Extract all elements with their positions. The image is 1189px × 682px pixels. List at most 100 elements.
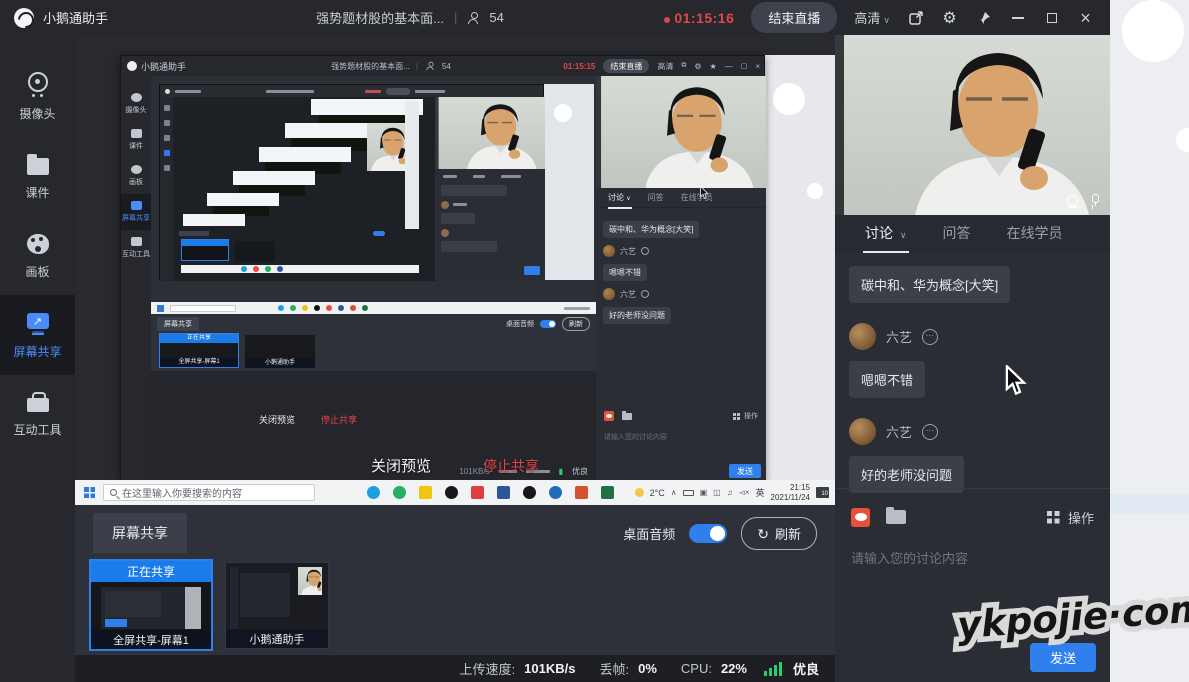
red-packet-icon[interactable] [851, 507, 870, 527]
nested-thumb-assistant: 小鹅通助手 [245, 335, 315, 368]
avatar [603, 288, 615, 300]
thumbnail-assistant[interactable]: 小鹅通助手 [225, 562, 329, 649]
discussion-input[interactable] [849, 550, 1089, 567]
taskbar-icon-black [523, 486, 536, 499]
taskbar-icon-edge [367, 486, 380, 499]
chat-toolbar: 操作 [835, 497, 1110, 537]
screen-share-icon: ↗ [26, 313, 49, 335]
desktop: 小鹅通助手 强势题材股的基本面... | 54 01:15:16 结束直播 高清… [0, 0, 1189, 682]
titlebar-separator: | [453, 10, 458, 25]
chat-bubble: 嗯嗯不错 [849, 361, 926, 398]
panel-tabs: 讨论 ∨ 问答 在线学员 [835, 215, 1110, 253]
nested-app-logo-icon [127, 61, 137, 71]
sidebar-item-courseware[interactable]: 课件 [0, 137, 75, 216]
maximize-button[interactable] [1043, 9, 1060, 26]
nested-thumb-screen1: 正在共享 全屏共享-屏幕1 [159, 333, 239, 368]
chevron-down-icon: ∨ [899, 230, 907, 240]
nested-live-timer: 01:15:15 [563, 61, 596, 71]
app-logo-icon [14, 7, 34, 28]
preview-overlay: 关闭预览 停止共享 [75, 455, 835, 476]
battery-icon [682, 489, 694, 496]
avatar [603, 245, 615, 257]
taskbar-icon-red [471, 486, 484, 499]
taskbar-icon-green [393, 486, 406, 499]
close-preview-button[interactable]: 关闭预览 [371, 455, 431, 476]
settings-gear-icon[interactable]: ⚙ [941, 9, 958, 27]
sidebar-item-screen-share[interactable]: ↗ 屏幕共享 [0, 295, 75, 375]
taskbar-icon-qq [445, 486, 458, 499]
taskbar-search: 在这里输入你要搜索的内容 [103, 484, 315, 501]
action-button[interactable]: 操作 [1046, 508, 1094, 527]
nested-app-name: 小鹅通助手 [141, 61, 187, 72]
weather-icon [634, 488, 644, 497]
courseware-folder-icon [26, 154, 49, 175]
end-live-button[interactable]: 结束直播 [751, 2, 838, 33]
panel-divider [835, 488, 1110, 489]
viewers-icon [467, 11, 479, 24]
mic-toggle-icon[interactable] [1090, 194, 1100, 207]
tab-qa[interactable]: 问答 [942, 223, 970, 243]
nested-presenter-video [367, 123, 405, 171]
sidebar-item-interactive-tools[interactable]: 互动工具 [0, 375, 75, 453]
taskbar-tray: 2°C ∧ ▣ ◫ ♫ ◅× 英 21:15 2021/11/24 10 [634, 482, 835, 503]
wallpaper-circle [1122, 0, 1184, 62]
sidebar-item-whiteboard[interactable]: 画板 [0, 216, 75, 295]
live-title: 强势题材股的基本面... [316, 11, 444, 26]
folder-icon[interactable] [886, 507, 906, 524]
titlebar: 小鹅通助手 强势题材股的基本面... | 54 01:15:16 结束直播 高清… [0, 0, 1110, 35]
quality-selector[interactable]: 高清 ∨ [854, 8, 890, 27]
sidebar-item-camera[interactable]: 摄像头 [0, 57, 75, 137]
sidebar-item-label: 摄像头 [19, 107, 56, 121]
camera-icon [27, 72, 49, 96]
search-icon [110, 489, 117, 496]
nested-end-live-button: 结束直播 [603, 59, 650, 73]
sidebar-item-label: 屏幕共享 [13, 345, 62, 359]
taskbar-icon-folder [419, 486, 432, 499]
nested-desktop-audio-toggle [540, 320, 556, 328]
nested-refresh-button: 刷新 [562, 317, 590, 331]
grid-icon [733, 412, 740, 420]
nested-right-panel: 讨论 ∨ 问答 在线学员 碳中和、华为概念[大笑] 六艺 嗯嗯不错 六艺 好的老… [596, 76, 766, 483]
viewer-count: 54 [489, 10, 504, 25]
thumbnail-screen1[interactable]: 正在共享 全屏共享-屏幕1 [89, 559, 213, 651]
camera-toggle-icon[interactable] [1065, 194, 1080, 208]
nested-taskbar [151, 302, 596, 314]
thumbnail-label: 小鹅通助手 [226, 629, 328, 648]
desktop-audio-label: 桌面音频 [623, 527, 676, 542]
send-button[interactable]: 发送 [1030, 643, 1096, 672]
nested-panel-tabs: 讨论 ∨ 问答 在线学员 [596, 188, 766, 209]
recursion-tunnel [173, 97, 435, 281]
nested-nested-right-panel [435, 97, 545, 281]
chat-user-row: 六艺 [849, 323, 1096, 350]
user-name: 六艺 [886, 330, 913, 345]
tab-online-students[interactable]: 在线学员 [1006, 223, 1062, 243]
rec-dot-icon [664, 16, 671, 23]
pin-icon[interactable] [975, 9, 992, 26]
signal-bars-icon [763, 661, 782, 676]
windows-start-icon [84, 487, 95, 498]
share-window-icon[interactable] [907, 9, 924, 26]
refresh-button[interactable]: ↻ 刷新 [741, 517, 817, 550]
preview-taskbar: 在这里输入你要搜索的内容 2°C ∧ ▣ ◫ ♫ ◅× 英 21:15 2021… [75, 480, 835, 505]
close-button[interactable]: × [1077, 9, 1094, 27]
minimize-button[interactable] [1009, 9, 1026, 26]
stop-share-button[interactable]: 停止共享 [483, 456, 539, 476]
taskbar-apps [367, 486, 614, 499]
share-section: 屏幕共享 桌面音频 ↻ 刷新 正在共享 全屏共享-屏幕1 小鹅通助手 [75, 505, 835, 655]
sidebar-item-label: 互动工具 [13, 423, 62, 437]
desktop-audio-toggle[interactable] [689, 524, 728, 543]
taskbar-clock: 21:15 2021/11/24 [770, 482, 810, 502]
nested-sidebar: 摄像头 课件 画板 屏幕共享 互动工具 [121, 76, 151, 483]
user-badge-icon [922, 328, 939, 345]
share-tab[interactable]: 屏幕共享 [93, 513, 187, 553]
nested-chat-messages: 碳中和、华为概念[大笑] 六艺 嗯嗯不错 六艺 好的老师没问题 [596, 214, 766, 331]
toolbox-icon [26, 392, 49, 412]
status-bar: 上传速度: 101KB/s 丢帧: 0% CPU: 22% 优良 [75, 655, 835, 682]
nested-close-preview: 关闭预览 [259, 415, 296, 425]
red-packet-icon [604, 411, 614, 421]
grid-icon [1046, 510, 1060, 524]
taskbar-icon-powerpoint [575, 486, 588, 499]
nested-stop-share: 停止共享 [321, 415, 358, 425]
tab-discussion[interactable]: 讨论 ∨ [862, 223, 910, 253]
notification-icon: 10 [816, 487, 829, 498]
